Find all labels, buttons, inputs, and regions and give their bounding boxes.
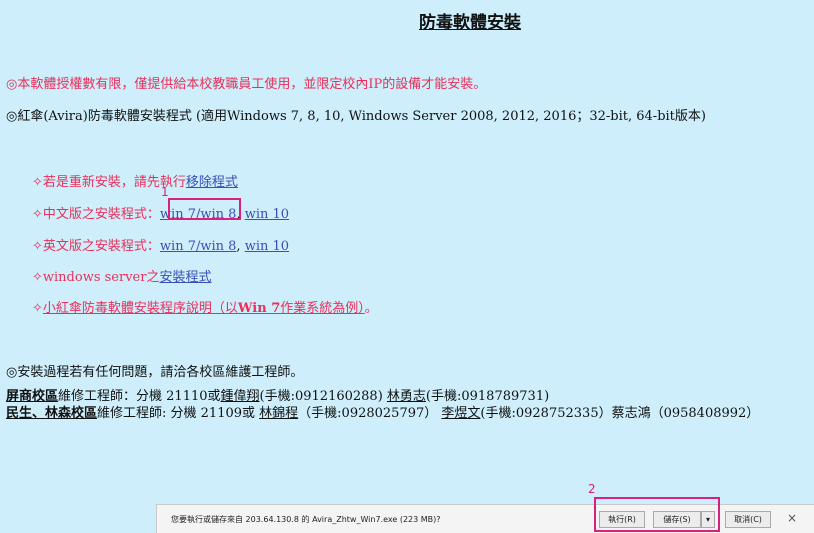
page-title: 防毒軟體安裝: [419, 13, 521, 33]
windows-server-item: ✧windows server之安裝程式: [32, 270, 212, 285]
uninstall-link[interactable]: 移除程式: [186, 175, 238, 190]
annotation-box-1: [168, 198, 241, 220]
chinese-installer-item: ✧中文版之安裝程式：win 7/win 8, win 10: [32, 207, 290, 222]
english-installer-item: ✧英文版之安裝程式：win 7/win 8, win 10: [32, 239, 290, 254]
engineer-name: 李煜文: [441, 406, 481, 421]
close-icon[interactable]: ×: [787, 511, 797, 525]
help-notice: ◎安裝過程若有任何問題，請洽各校區維護工程師。: [6, 365, 304, 380]
annotation-box-2: [594, 497, 720, 532]
avira-description: ◎紅傘(Avira)防毒軟體安裝程式 (適用Windows 7, 8, 10, …: [6, 109, 706, 124]
engineer-name: 林錦程: [259, 406, 299, 421]
minsheng-linsen-contact: 民生、林森校區維修工程師: 分機 21109或 林錦程（手機:092802579…: [6, 406, 760, 421]
annotation-number-2: 2: [588, 482, 596, 496]
install-guide-item: ✧小紅傘防毒軟體安裝程序說明（以Win 7作業系統為例）。: [32, 301, 378, 316]
download-message: 您要執行或儲存來自 203.64.130.8 的 Avira_Zhtw_Win7…: [171, 515, 441, 524]
campus-minsheng-linsen: 民生、林森校區: [6, 406, 98, 421]
en-win7-win8-link[interactable]: win 7/win 8: [160, 239, 237, 254]
cancel-button[interactable]: 取消(C): [725, 511, 771, 528]
en-win10-link[interactable]: win 10: [245, 239, 289, 254]
zh-win10-link[interactable]: win 10: [245, 207, 289, 222]
server-installer-link[interactable]: 安裝程式: [159, 270, 211, 285]
install-guide-link[interactable]: 小紅傘防毒軟體安裝程序說明（以Win 7作業系統為例）: [43, 301, 365, 316]
annotation-number-1: 1: [161, 185, 169, 199]
license-notice: ◎本軟體授權數有限，僅提供給本校教職員工使用，並限定校內IP的設備才能安裝。: [6, 77, 487, 92]
reinstall-item: ✧若是重新安裝，請先執行移除程式: [32, 175, 238, 190]
